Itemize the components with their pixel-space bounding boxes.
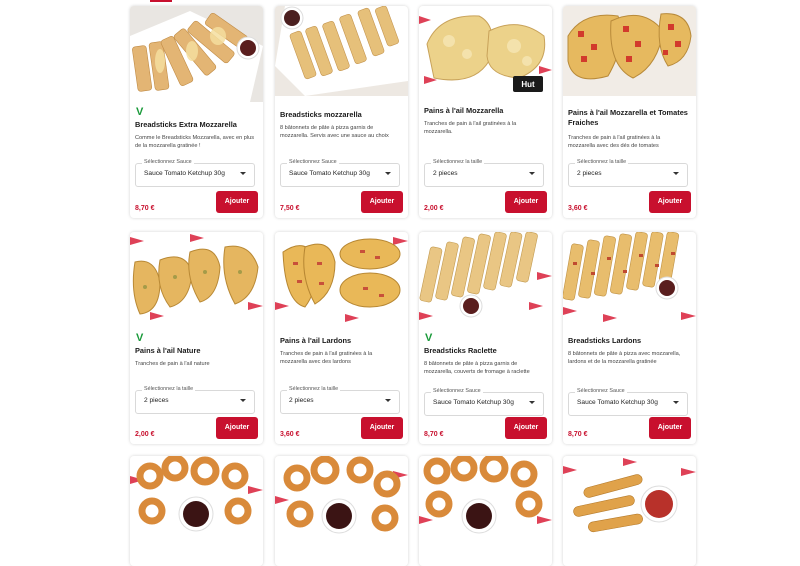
size-select[interactable]: Sélectionnez la taille 2 pieces	[135, 386, 255, 414]
size-select[interactable]: Sélectionnez la taille 2 pieces	[280, 386, 400, 414]
vegetarian-badge: V	[425, 332, 433, 344]
product-image	[563, 6, 696, 96]
product-image	[419, 232, 552, 324]
chevron-down-icon	[240, 172, 246, 175]
select-label: Sélectionnez la taille	[431, 159, 485, 165]
product-price: 3,60 €	[568, 205, 588, 212]
select-value: Sauce Tomato Ketchup 30g	[289, 170, 370, 177]
add-to-cart-button[interactable]: Ajouter	[216, 191, 258, 213]
product-title: Breadsticks Raclette	[424, 346, 497, 355]
select-label: Sélectionnez la taille	[575, 159, 629, 165]
product-description: Tranches de pain à l'ail nature	[135, 361, 210, 367]
product-price: 3,60 €	[280, 431, 300, 438]
chevron-down-icon	[673, 401, 679, 404]
select-value: 2 pieces	[144, 397, 169, 404]
product-description: Tranches de pain à l'ail gratinées à la …	[280, 351, 373, 365]
add-to-cart-button[interactable]: Ajouter	[361, 191, 403, 213]
product-image	[275, 456, 408, 566]
product-price: 2,00 €	[135, 431, 155, 438]
add-to-cart-button[interactable]: Ajouter	[505, 191, 547, 213]
product-price: 8,70 €	[135, 205, 155, 212]
product-card[interactable]	[563, 456, 696, 566]
product-image	[130, 6, 263, 102]
select-label: Sélectionnez Sauce	[575, 388, 627, 394]
product-image	[275, 6, 408, 96]
product-card[interactable]	[130, 456, 263, 566]
add-to-cart-button[interactable]: Ajouter	[649, 191, 691, 213]
active-tab-indicator	[150, 0, 172, 2]
select-label: Sélectionnez Sauce	[142, 159, 194, 165]
product-description: Comme le Breadsticks Mozzarella, avec en…	[135, 135, 255, 149]
add-to-cart-button[interactable]: Ajouter	[361, 417, 403, 439]
product-card[interactable]: V Breadsticks Raclette 8 bâtonnets de pâ…	[419, 232, 552, 444]
product-card[interactable]: Pains à l'ail Mozzarella et Tomates Frai…	[563, 6, 696, 218]
chevron-down-icon	[240, 399, 246, 402]
chevron-down-icon	[385, 399, 391, 402]
product-image	[130, 232, 263, 324]
select-label: Sélectionnez la taille	[142, 386, 196, 392]
select-value: Sauce Tomato Ketchup 30g	[433, 399, 514, 406]
product-title: Pains à l'ail Nature	[135, 346, 201, 355]
product-image: Hut	[419, 6, 552, 96]
product-image	[563, 456, 696, 566]
select-label: Sélectionnez Sauce	[431, 388, 483, 394]
product-title: Breadsticks mozzarella	[280, 110, 362, 119]
product-description: Tranches de pain à l'ail gratinées à la …	[424, 121, 517, 135]
product-description: 8 bâtonnets de pâte à pizza avec mozzare…	[568, 351, 681, 365]
product-card[interactable]: Hut Pains à l'ail Mozzarella Tranches de…	[419, 6, 552, 218]
select-value: 2 pieces	[433, 170, 458, 177]
add-to-cart-button[interactable]: Ajouter	[505, 417, 547, 439]
product-image	[419, 456, 552, 566]
product-card[interactable]: Breadsticks Lardons 8 bâtonnets de pâte …	[563, 232, 696, 444]
size-select[interactable]: Sélectionnez la taille 2 pieces	[568, 159, 688, 187]
pizza-hut-logo: Hut	[521, 80, 535, 89]
select-value: 2 pieces	[577, 170, 602, 177]
product-price: 2,00 €	[424, 205, 444, 212]
vegetarian-badge: V	[136, 332, 144, 344]
product-title: Breadsticks Lardons	[568, 336, 642, 345]
select-value: 2 pieces	[289, 397, 314, 404]
add-to-cart-button[interactable]: Ajouter	[649, 417, 691, 439]
vegetarian-badge: V	[136, 106, 144, 118]
product-price: 7,50 €	[280, 205, 300, 212]
add-to-cart-button[interactable]: Ajouter	[216, 417, 258, 439]
chevron-down-icon	[529, 401, 535, 404]
sauce-select[interactable]: Sélectionnez Sauce Sauce Tomato Ketchup …	[135, 159, 255, 187]
select-value: Sauce Tomato Ketchup 30g	[144, 170, 225, 177]
product-title: Pains à l'ail Mozzarella et Tomates Frai…	[568, 108, 688, 127]
product-title: Pains à l'ail Mozzarella	[424, 106, 504, 115]
product-image	[563, 232, 696, 324]
product-price: 8,70 €	[424, 431, 444, 438]
sauce-select[interactable]: Sélectionnez Sauce Sauce Tomato Ketchup …	[424, 388, 544, 416]
product-description: 8 bâtonnets de pâte à pizza garnis de mo…	[424, 361, 530, 375]
sauce-select[interactable]: Sélectionnez Sauce Sauce Tomato Ketchup …	[280, 159, 400, 187]
product-card[interactable]: V Pains à l'ail Nature Tranches de pain …	[130, 232, 263, 444]
chevron-down-icon	[529, 172, 535, 175]
select-label: Sélectionnez la taille	[287, 386, 341, 392]
product-price: 8,70 €	[568, 431, 588, 438]
product-description: 8 bâtonnets de pâte à pizza garnis de mo…	[280, 125, 389, 139]
product-image	[275, 232, 408, 324]
product-description: Tranches de pain à l'ail gratinées à la …	[568, 135, 661, 149]
product-card[interactable]	[275, 456, 408, 566]
product-title: Breadsticks Extra Mozzarella	[135, 120, 237, 129]
product-card[interactable]: V Breadsticks Extra Mozzarella Comme le …	[130, 6, 263, 218]
product-card[interactable]: Breadsticks mozzarella 8 bâtonnets de pâ…	[275, 6, 408, 218]
chevron-down-icon	[385, 172, 391, 175]
select-label: Sélectionnez Sauce	[287, 159, 339, 165]
chevron-down-icon	[673, 172, 679, 175]
product-title: Pains à l'ail Lardons	[280, 336, 352, 345]
select-value: Sauce Tomato Ketchup 30g	[577, 399, 658, 406]
size-select[interactable]: Sélectionnez la taille 2 pieces	[424, 159, 544, 187]
product-card[interactable]	[419, 456, 552, 566]
product-card[interactable]: Pains à l'ail Lardons Tranches de pain à…	[275, 232, 408, 444]
sauce-select[interactable]: Sélectionnez Sauce Sauce Tomato Ketchup …	[568, 388, 688, 416]
product-image	[130, 456, 263, 566]
